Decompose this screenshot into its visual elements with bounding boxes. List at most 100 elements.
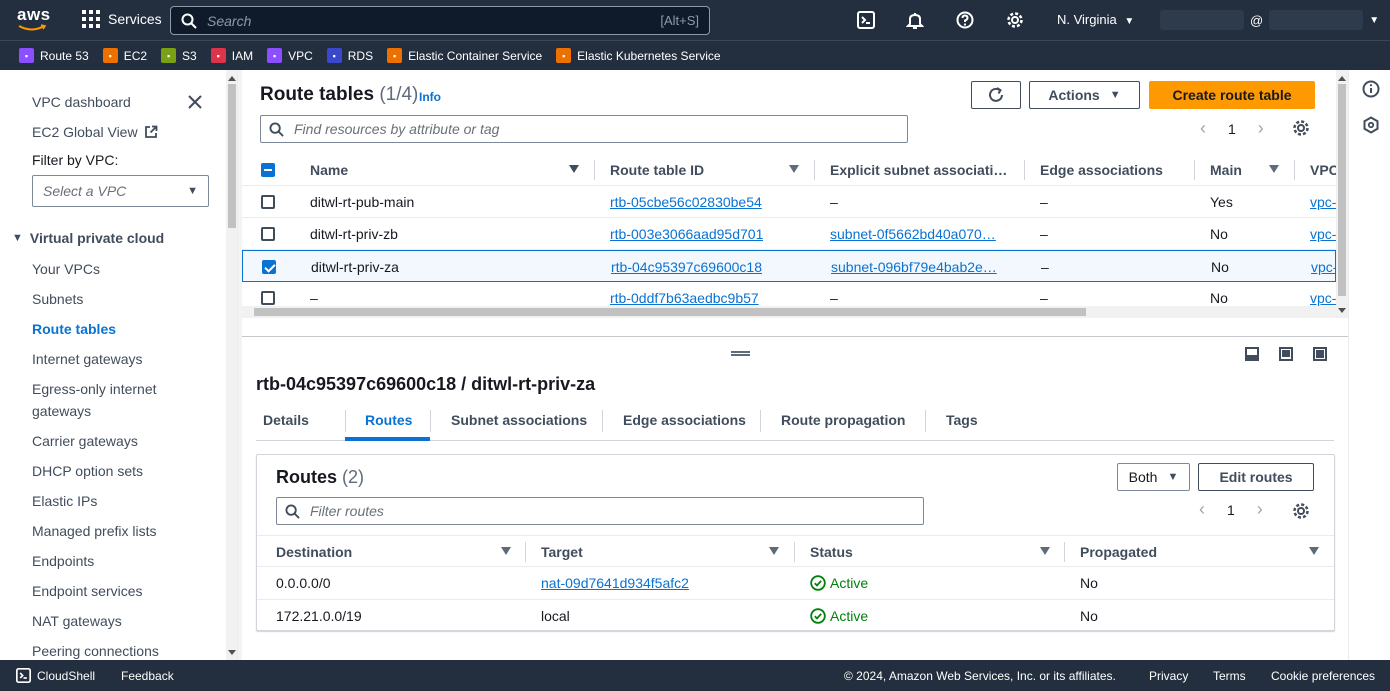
privacy-link[interactable]: Privacy [1149, 669, 1188, 683]
current-page[interactable]: 1 [1228, 121, 1236, 137]
actions-button[interactable]: Actions ▼ [1029, 81, 1140, 109]
notifications-bell-icon[interactable] [906, 11, 924, 29]
sidebar-item-ec2-global-view[interactable]: EC2 Global View [32, 124, 158, 140]
column-header-propagated[interactable]: Propagated [1080, 544, 1157, 560]
select-all-checkbox[interactable] [261, 163, 275, 177]
favorite-rds[interactable]: ▪ RDS [326, 48, 373, 63]
tab-edge-associations[interactable]: Edge associations [623, 412, 746, 428]
current-page[interactable]: 1 [1227, 502, 1235, 518]
chevron-left-icon[interactable]: ‹ [1200, 118, 1206, 139]
sidebar-item-endpoints[interactable]: Endpoints [32, 553, 94, 569]
column-header-status[interactable]: Status [810, 544, 853, 560]
panel-side-icon[interactable] [1279, 347, 1293, 361]
sort-icon[interactable] [1040, 547, 1050, 555]
cell-target[interactable]: nat-09d7641d934f5afc2 [541, 575, 689, 591]
table-row[interactable]: ditwl-rt-priv-za rtb-04c95397c69600c18 sub… [242, 250, 1337, 282]
sidebar-item-endpoint-services[interactable]: Endpoint services [32, 583, 143, 599]
drag-handle-icon[interactable] [731, 351, 750, 356]
route-table-id-link[interactable]: rtb-04c95397c69600c18 [611, 259, 762, 275]
sidebar-section-virtual-private-cloud[interactable]: ▼ Virtual private cloud [12, 230, 164, 246]
sidebar-item-subnets[interactable]: Subnets [32, 291, 83, 307]
sidebar-scrollbar[interactable] [226, 70, 237, 660]
account-menu[interactable]: @ ▼ [1160, 9, 1380, 31]
sidebar-item-egress-only-internet[interactable]: Egress-only internet [32, 381, 157, 397]
edit-routes-button[interactable]: Edit routes [1198, 463, 1314, 491]
vpc-filter-select[interactable]: Select a VPC ▼ [32, 175, 209, 207]
sort-icon[interactable] [1309, 547, 1319, 555]
routes-filter-input[interactable]: Filter routes [276, 497, 924, 525]
cloudshell-icon[interactable] [857, 11, 875, 29]
panel-maximize-icon[interactable] [1313, 347, 1327, 361]
favorite-ec2[interactable]: ▪ EC2 [102, 48, 147, 63]
sort-icon[interactable] [1269, 165, 1279, 173]
vpc-link[interactable]: vpc- [1311, 259, 1337, 275]
row-checkbox[interactable] [261, 227, 275, 241]
terms-link[interactable]: Terms [1213, 669, 1246, 683]
sidebar-item-elastic-ips[interactable]: Elastic IPs [32, 493, 97, 509]
row-checkbox[interactable] [261, 195, 275, 209]
feedback-link[interactable]: Feedback [121, 669, 174, 683]
sidebar-item-your-vpcs[interactable]: Your VPCs [32, 261, 100, 277]
aws-logo[interactable]: aws [17, 6, 51, 34]
services-menu[interactable]: Services [82, 10, 162, 28]
column-header-edge-associations[interactable]: Edge associations [1040, 162, 1163, 178]
sort-desc-icon[interactable] [569, 165, 579, 173]
close-icon[interactable] [187, 94, 203, 110]
cell-explicit-subnet[interactable]: subnet-096bf79e4bab2e… [831, 259, 1011, 275]
vpc-link[interactable]: vpc- [1310, 194, 1336, 210]
favorite-ecs[interactable]: ▪ Elastic Container Service [387, 48, 542, 63]
cloudshell-link[interactable]: CloudShell [37, 669, 95, 683]
favorite-vpc[interactable]: ▪ VPC [267, 48, 313, 63]
route-table-id-link[interactable]: rtb-05cbe56c02830be54 [610, 194, 762, 210]
tab-details[interactable]: Details [263, 412, 309, 428]
table-settings-gear-icon[interactable] [1292, 119, 1310, 137]
table-vertical-scrollbar[interactable] [1336, 70, 1348, 318]
tab-subnet-associations[interactable]: Subnet associations [451, 412, 587, 428]
column-header-main[interactable]: Main [1210, 162, 1242, 178]
column-header-explicit-subnet[interactable]: Explicit subnet associati… [830, 162, 1007, 178]
sidebar-item-internet-gateways[interactable]: Internet gateways [32, 351, 143, 367]
column-header-route-table-id[interactable]: Route table ID [610, 162, 704, 178]
region-selector[interactable]: N. Virginia ▼ [1057, 12, 1134, 27]
table-row[interactable]: ditwl-rt-priv-zb rtb-003e3066aad95d701 sub… [242, 218, 1336, 250]
info-circle-icon[interactable] [1362, 80, 1380, 98]
panel-bottom-icon[interactable] [1245, 347, 1259, 361]
chevron-right-icon[interactable]: › [1257, 499, 1263, 520]
tab-route-propagation[interactable]: Route propagation [781, 412, 905, 428]
tab-routes[interactable]: Routes [365, 412, 412, 428]
chevron-left-icon[interactable]: ‹ [1199, 499, 1205, 520]
row-checkbox[interactable] [262, 260, 276, 274]
route-type-select[interactable]: Both ▼ [1117, 463, 1190, 491]
help-icon[interactable] [956, 11, 974, 29]
favorite-eks[interactable]: ▪ Elastic Kubernetes Service [556, 48, 721, 63]
route-tables-filter-input[interactable]: Find resources by attribute or tag [260, 115, 908, 143]
create-route-table-button[interactable]: Create route table [1149, 81, 1315, 109]
settings-gear-icon[interactable] [1006, 11, 1024, 29]
table-row[interactable]: ditwl-rt-pub-main rtb-05cbe56c02830be54 – –… [242, 186, 1336, 218]
tab-tags[interactable]: Tags [946, 412, 978, 428]
global-search-input[interactable]: Search [Alt+S] [170, 6, 710, 35]
favorite-s3[interactable]: ▪ S3 [161, 48, 197, 63]
column-header-destination[interactable]: Destination [276, 544, 352, 560]
sidebar-item-route-tables[interactable]: Route tables [32, 321, 116, 337]
row-checkbox[interactable] [261, 291, 275, 305]
route-table-id-link[interactable]: rtb-0ddf7b63aedbc9b57 [610, 290, 759, 306]
sort-icon[interactable] [501, 547, 511, 555]
cookie-preferences-link[interactable]: Cookie preferences [1271, 669, 1375, 683]
routes-settings-gear-icon[interactable] [1292, 502, 1310, 520]
sidebar-item-vpc-dashboard[interactable]: VPC dashboard [32, 94, 131, 110]
refresh-button[interactable] [971, 81, 1021, 109]
sidebar-item-nat-gateways[interactable]: NAT gateways [32, 613, 122, 629]
column-header-vpc[interactable]: VPC [1310, 162, 1339, 178]
cell-explicit-subnet[interactable]: subnet-0f5662bd40a070… [830, 226, 1010, 242]
favorite-iam[interactable]: ▪ IAM [210, 48, 253, 63]
chevron-right-icon[interactable]: › [1258, 118, 1264, 139]
column-header-target[interactable]: Target [541, 544, 583, 560]
sidebar-item-peering-connections[interactable]: Peering connections [32, 643, 159, 659]
vpc-link[interactable]: vpc- [1310, 290, 1336, 306]
column-header-name[interactable]: Name [310, 162, 348, 178]
sidebar-item-dhcp-option-sets[interactable]: DHCP option sets [32, 463, 143, 479]
favorite-route53[interactable]: ▪ Route 53 [19, 48, 89, 63]
info-link[interactable]: Info [419, 90, 441, 104]
vpc-link[interactable]: vpc- [1310, 226, 1336, 242]
